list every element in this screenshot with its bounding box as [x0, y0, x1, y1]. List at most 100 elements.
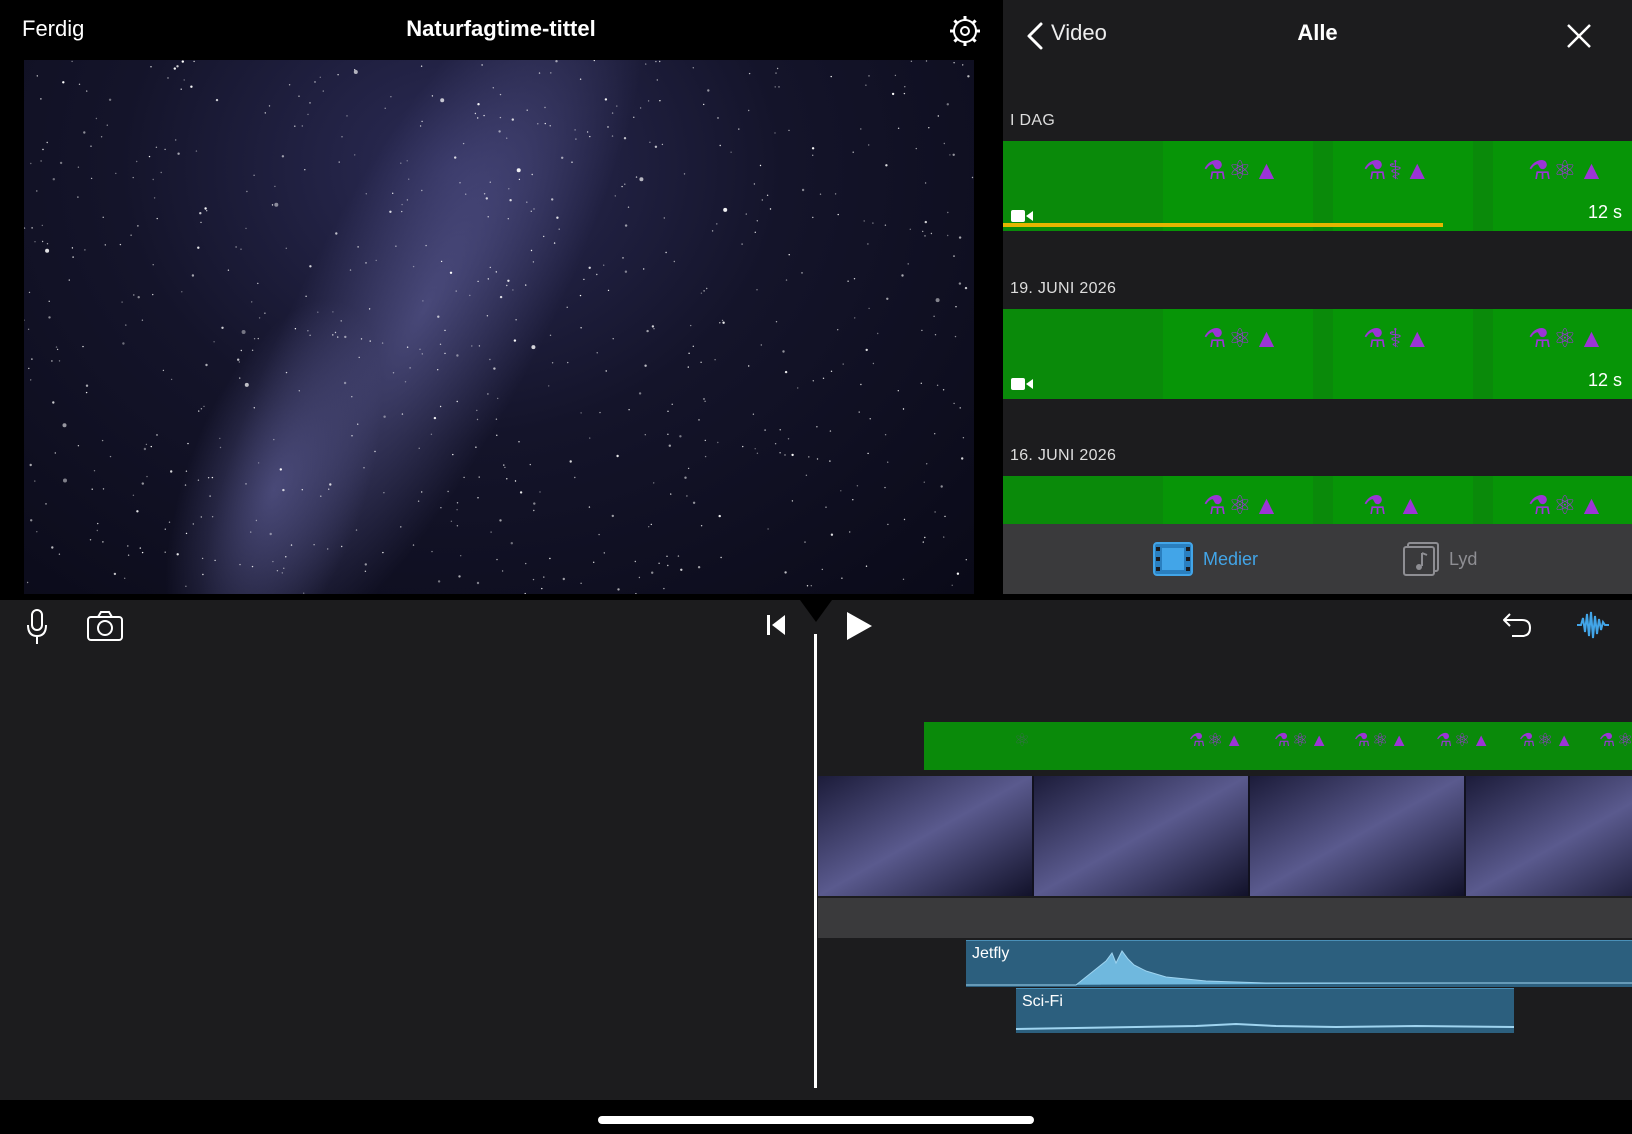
- star: [722, 321, 725, 324]
- star: [821, 568, 823, 571]
- star: [784, 370, 788, 374]
- star: [104, 244, 107, 246]
- star: [575, 138, 577, 140]
- star: [852, 499, 854, 501]
- star: [687, 467, 690, 470]
- star: [840, 490, 842, 492]
- star: [125, 324, 127, 326]
- star: [651, 571, 654, 574]
- star: [834, 193, 837, 195]
- star: [549, 125, 551, 127]
- play-icon[interactable]: [844, 610, 874, 642]
- timeline-track-band: [818, 898, 1632, 938]
- star: [778, 86, 780, 88]
- undo-icon[interactable]: [1500, 608, 1534, 642]
- star: [812, 154, 814, 156]
- star: [574, 129, 576, 131]
- star: [697, 566, 701, 569]
- star: [526, 109, 528, 111]
- star: [337, 74, 339, 76]
- star: [920, 382, 922, 384]
- settings-gear-icon[interactable]: [948, 14, 982, 48]
- star: [497, 397, 499, 400]
- star: [141, 482, 144, 485]
- star: [519, 491, 523, 494]
- star: [109, 455, 112, 458]
- star: [30, 519, 33, 522]
- star: [706, 287, 708, 290]
- star: [529, 463, 531, 466]
- audio-waveform-icon[interactable]: [1576, 608, 1610, 642]
- star: [439, 405, 442, 408]
- media-clip-item[interactable]: ⚗⚛▲ ⚗⚕▲ ⚗⚛▲ 12 s: [1003, 309, 1632, 399]
- star: [716, 223, 718, 225]
- star: [100, 136, 103, 138]
- star: [357, 246, 359, 248]
- audio-track-jetfly[interactable]: Jetfly: [966, 940, 1632, 987]
- star: [868, 307, 870, 310]
- microphone-icon[interactable]: [24, 608, 50, 646]
- star: [741, 243, 743, 245]
- star: [863, 220, 865, 222]
- star: [953, 255, 955, 257]
- star: [907, 263, 909, 265]
- star: [663, 217, 665, 219]
- timeline-overlay-clip[interactable]: ⚛ ⚗⚛▲ ⚗⚛▲ ⚗⚛▲ ⚗⚛▲ ⚗⚛▲ ⚗⚛▲: [924, 722, 1632, 770]
- star: [645, 63, 647, 65]
- star: [78, 83, 81, 85]
- star: [865, 84, 867, 86]
- star: [588, 506, 591, 508]
- star: [829, 460, 831, 462]
- star: [71, 60, 73, 63]
- close-icon[interactable]: [1565, 22, 1593, 50]
- star: [406, 160, 408, 162]
- star: [133, 294, 135, 296]
- star: [132, 494, 135, 496]
- star: [776, 67, 779, 70]
- star: [102, 541, 104, 543]
- timeline-video-clip[interactable]: [818, 776, 1632, 896]
- star: [951, 584, 953, 586]
- star: [46, 141, 48, 144]
- star: [922, 541, 924, 543]
- star: [148, 155, 151, 158]
- star: [272, 560, 274, 563]
- camera-icon[interactable]: [86, 610, 124, 642]
- project-title[interactable]: Naturfagtime-tittel: [0, 16, 1002, 42]
- star: [176, 65, 179, 68]
- star: [785, 279, 788, 281]
- star: [279, 468, 282, 471]
- playhead[interactable]: [814, 634, 817, 1088]
- media-clip-item[interactable]: ⚗⚛▲ ⚗⚕▲ ⚗⚛▲ 12 s: [1003, 141, 1632, 231]
- star: [754, 448, 756, 450]
- star: [808, 456, 810, 458]
- tab-audio[interactable]: Lyd: [1403, 542, 1477, 576]
- star: [748, 72, 751, 75]
- home-indicator[interactable]: [598, 1116, 1034, 1124]
- star: [549, 557, 551, 560]
- star: [475, 446, 477, 448]
- star: [421, 120, 423, 123]
- star: [489, 266, 491, 269]
- media-clip-item[interactable]: ⚗⚛▲ ⚗ ▲ ⚗⚛▲: [1003, 476, 1632, 524]
- tab-media[interactable]: Medier: [1153, 542, 1258, 576]
- star: [255, 519, 258, 522]
- video-preview[interactable]: [24, 60, 974, 594]
- star: [309, 102, 311, 104]
- skip-to-start-icon[interactable]: [764, 612, 788, 638]
- audio-track-scifi[interactable]: Sci-Fi: [1016, 988, 1514, 1033]
- star: [431, 550, 433, 553]
- star: [667, 433, 669, 435]
- star: [496, 558, 498, 561]
- star: [36, 75, 38, 77]
- star: [152, 293, 154, 296]
- star: [922, 230, 924, 233]
- star: [239, 377, 241, 379]
- star: [902, 408, 905, 410]
- star: [477, 497, 479, 499]
- star: [499, 93, 502, 96]
- star: [496, 434, 498, 436]
- star: [842, 363, 844, 365]
- science-icons: ⚛: [1014, 730, 1033, 750]
- star: [849, 531, 851, 533]
